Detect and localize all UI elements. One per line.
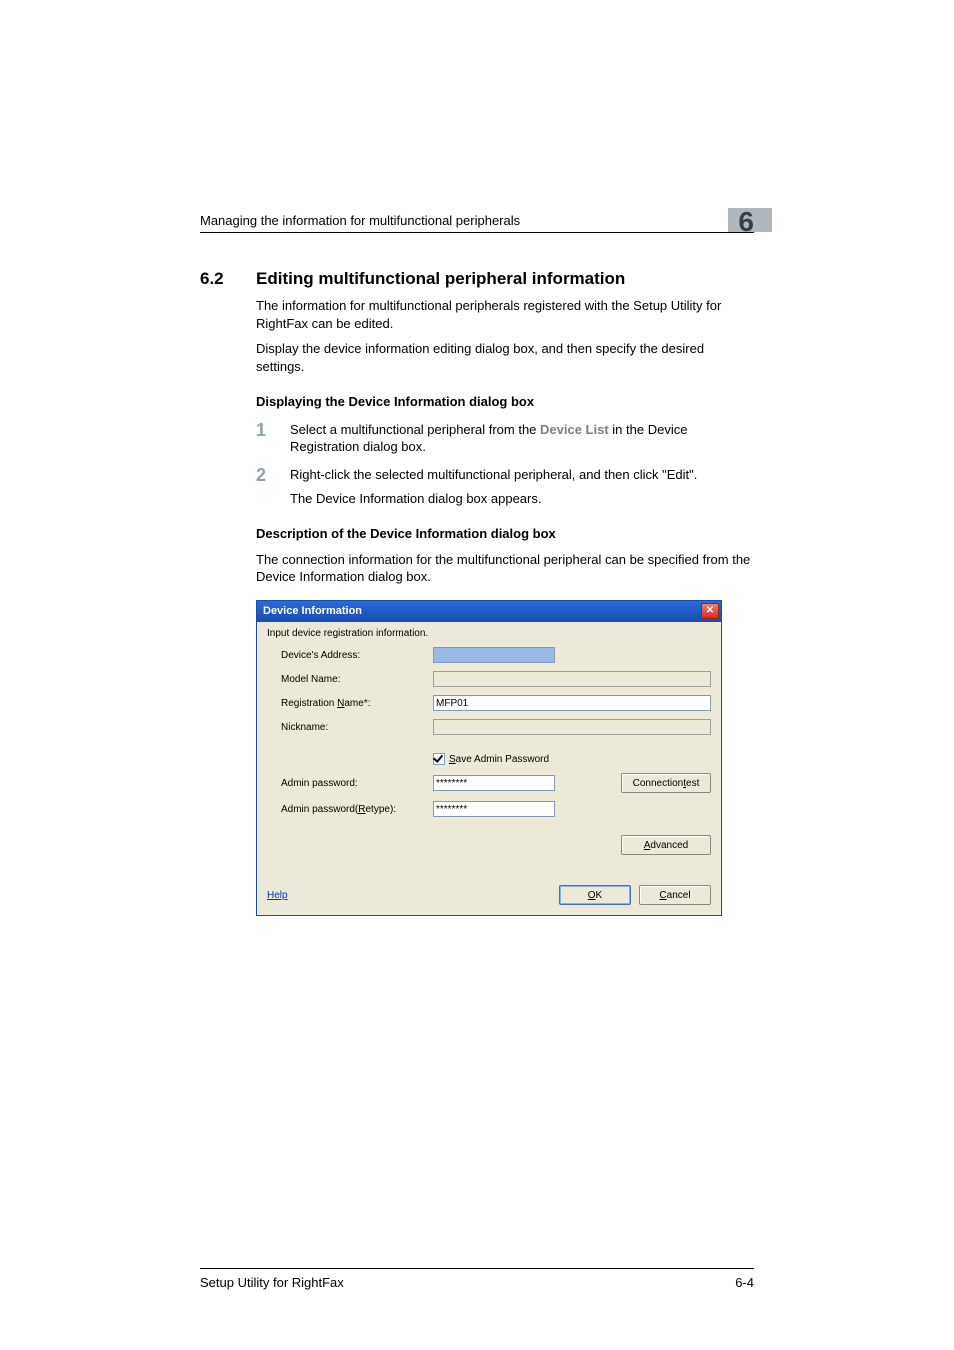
step-result: The Device Information dialog box appear… [290,490,754,508]
nickname-input[interactable] [433,719,711,735]
cancel-button[interactable]: Cancel [639,885,711,905]
device-address-input[interactable] [433,647,555,663]
running-head: Managing the information for multifuncti… [200,213,520,228]
device-address-label: Device's Address: [267,650,433,661]
save-admin-password-label: Save Admin Password [449,754,549,765]
step-number: 2 [256,466,290,484]
nickname-label: Nickname: [267,722,433,733]
ok-button[interactable]: OK [559,885,631,905]
footer-page-number: 6-4 [735,1275,754,1290]
registration-name-input[interactable]: MFP01 [433,695,711,711]
admin-password-input[interactable]: ******** [433,775,555,791]
model-name-input [433,671,711,687]
dialog-titlebar[interactable]: Device Information ✕ [256,600,722,622]
step-text: Right-click the selected multifunctional… [290,466,697,484]
device-list-ref: Device List [540,422,609,437]
subheading: Description of the Device Information di… [256,525,754,543]
admin-password-retype-label: Admin password(Retype): [267,804,433,815]
model-name-label: Model Name: [267,674,433,685]
dialog-title: Device Information [263,605,362,617]
chapter-badge: 6 [728,200,754,232]
step-number: 1 [256,421,290,456]
close-icon[interactable]: ✕ [701,603,719,619]
device-information-dialog: Device Information ✕ Input device regist… [256,600,722,916]
chapter-number: 6 [738,206,754,238]
registration-name-label: Registration Name*: [267,698,433,709]
connection-test-button[interactable]: Connection test [621,773,711,793]
step-text: Select a multifunctional peripheral from… [290,421,754,456]
paragraph: The connection information for the multi… [256,551,754,586]
footer-left: Setup Utility for RightFax [200,1275,344,1290]
admin-password-retype-input[interactable]: ******** [433,801,555,817]
dialog-instruction: Input device registration information. [267,628,711,639]
save-admin-password-checkbox[interactable] [433,753,445,765]
advanced-button[interactable]: Advanced [621,835,711,855]
section-number: 6.2 [200,269,256,289]
paragraph: Display the device information editing d… [256,340,754,375]
subheading: Displaying the Device Information dialog… [256,393,754,411]
paragraph: The information for multifunctional peri… [256,297,754,332]
admin-password-label: Admin password: [267,778,433,789]
section-title: Editing multifunctional peripheral infor… [256,269,625,289]
help-link[interactable]: Help [267,890,288,901]
